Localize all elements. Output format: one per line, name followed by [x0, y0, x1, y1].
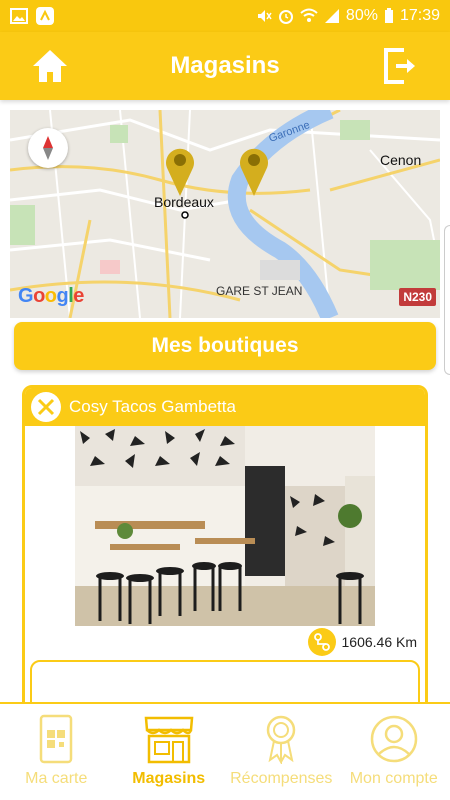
wifi-icon [300, 8, 318, 22]
home-button[interactable] [30, 46, 70, 86]
nav-label-magasins: Magasins [132, 770, 206, 787]
map-label-gare: GARE ST JEAN [216, 284, 303, 298]
app-bar: Magasins [0, 32, 450, 100]
mute-icon [257, 10, 272, 22]
map-pin-icon[interactable] [164, 144, 196, 196]
app-notification-icon [36, 7, 54, 25]
mes-boutiques-button[interactable]: Mes boutiques [14, 322, 436, 370]
nav-label-mon-compte: Mon compte [349, 770, 438, 787]
logout-icon [384, 48, 415, 84]
qr-card-icon [40, 714, 73, 764]
compass-icon [43, 136, 53, 160]
battery-level: 80% [345, 7, 378, 24]
map-pin-icon[interactable] [238, 144, 270, 196]
nav-item-magasins[interactable]: Magasins [113, 704, 226, 800]
side-drawer-handle[interactable] [444, 225, 450, 375]
signal-icon [324, 9, 339, 23]
clock: 17:39 [399, 7, 440, 24]
nav-label-recompenses: Récompenses [230, 770, 333, 787]
alarm-icon [278, 10, 293, 24]
page-title: Magasins [170, 52, 280, 79]
account-icon [370, 715, 417, 763]
distance-row: 1606.46 Km [307, 628, 418, 656]
shop-photo [75, 426, 375, 626]
bottom-nav: Ma carte Magasins Récompenses Mon compte [0, 702, 450, 800]
store-icon [144, 716, 194, 764]
map-label-cenon: Cenon [380, 152, 422, 168]
nav-item-ma-carte[interactable]: Ma carte [0, 704, 113, 800]
map-label-bordeaux: Bordeaux [154, 194, 214, 210]
compass-button[interactable] [28, 128, 68, 168]
map[interactable]: Bordeaux Cenon Garonne GARE ST JEAN N230… [10, 110, 440, 318]
award-icon [267, 715, 296, 764]
status-bar: 80% 17:39 [0, 0, 450, 32]
gallery-icon [10, 8, 28, 24]
restaurant-icon [31, 392, 61, 422]
shop-name: Cosy Tacos Gambetta [69, 397, 236, 416]
route-distance-icon [307, 628, 336, 656]
nav-item-recompenses[interactable]: Récompenses [225, 704, 338, 800]
home-icon [33, 50, 67, 82]
nav-label-ma-carte: Ma carte [25, 770, 88, 787]
shop-card-header: Cosy Tacos Gambetta [25, 388, 425, 426]
nav-item-mon-compte[interactable]: Mon compte [338, 704, 450, 800]
shop-card[interactable]: Cosy Tacos Gambetta 1606.46 Km [22, 385, 428, 715]
route-badge: N230 [399, 288, 436, 306]
distance-value: 1606.46 Km [341, 634, 418, 650]
battery-icon [384, 8, 393, 23]
google-logo: Google [18, 285, 84, 307]
logout-button[interactable] [380, 46, 420, 86]
